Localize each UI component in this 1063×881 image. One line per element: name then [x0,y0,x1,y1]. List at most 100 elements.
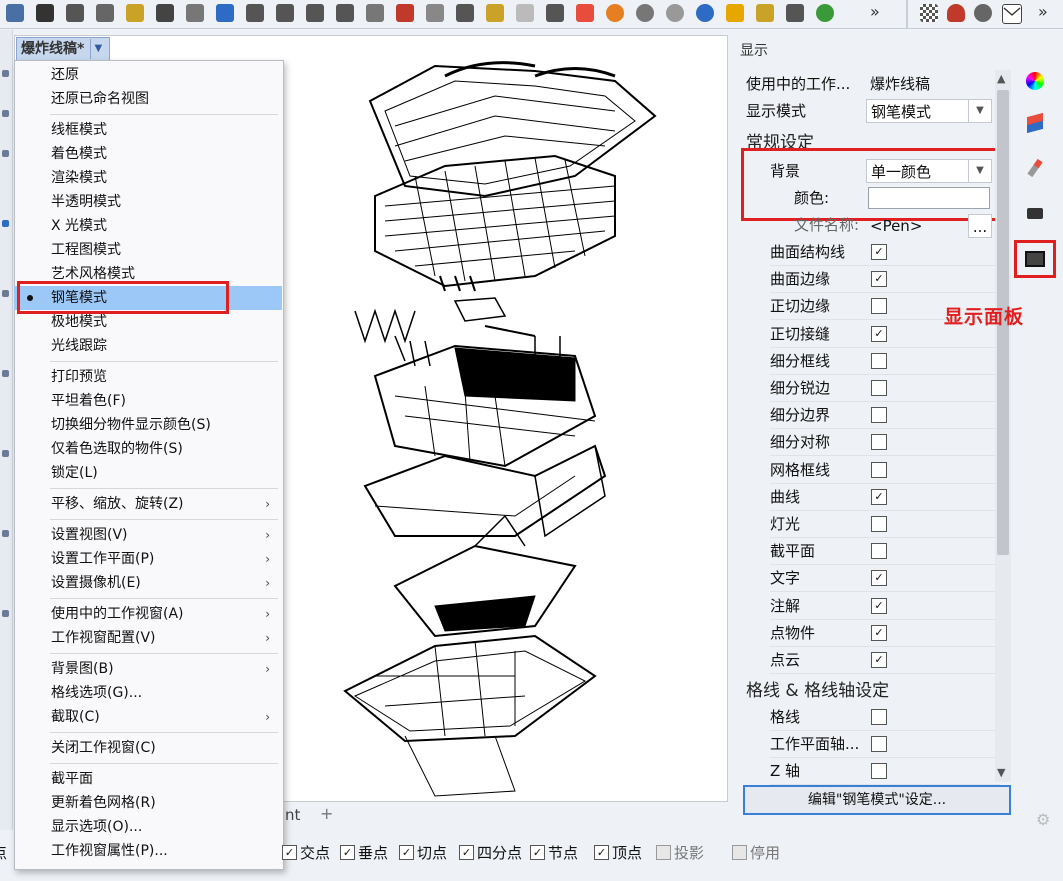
menu-item[interactable]: 半透明模式 [14,190,282,214]
globe-icon[interactable] [696,4,714,22]
display-option-checkbox[interactable]: ✓ [871,325,887,342]
menu-item[interactable]: 背景图(B) › [14,657,282,681]
eye-icon[interactable] [426,4,444,22]
menu-item[interactable]: 锁定(L) [14,461,282,485]
osnap-toggle[interactable]: ✓ 交点 [282,842,330,863]
sphere-icon[interactable] [636,4,654,22]
osnap-checkbox[interactable]: ✓ [594,845,609,860]
brush-icon[interactable] [1022,155,1048,181]
display-option-checkbox[interactable]: ✓ [871,597,887,614]
gear-icon[interactable] [756,4,774,22]
checker-icon[interactable] [920,4,938,22]
display-option-checkbox[interactable]: ✓ [871,624,887,641]
menu-item[interactable]: 平移、缩放、旋转(Z) › [14,492,282,516]
menu-item[interactable]: 线框模式 [14,118,282,142]
osnap-checkbox[interactable]: ✓ [399,845,414,860]
zoom-window-icon[interactable] [276,4,294,22]
toolbar-overflow-icon[interactable]: » [870,2,880,21]
tool-icon[interactable] [2,530,9,537]
menu-item[interactable]: 设置工作平面(P) › [14,547,282,571]
display-option-checkbox[interactable] [871,543,887,560]
menu-item[interactable]: 着色模式 [14,142,282,166]
osnap-toggle[interactable]: ✓ 节点 [530,842,578,863]
car-icon[interactable] [396,4,414,22]
osnap-toggle[interactable]: ✓ 四分点 [459,842,522,863]
display-option-checkbox[interactable] [871,352,887,369]
menu-item[interactable]: 显示选项(O)... [14,815,282,839]
osnap-checkbox[interactable]: ✓ [530,845,545,860]
menu-item[interactable]: 工作视窗配置(V) › [14,626,282,650]
gear-icon[interactable] [974,4,992,22]
gear-icon[interactable]: ⚙ [1036,810,1050,829]
display-option-checkbox[interactable] [871,380,887,396]
menu-item[interactable]: 设置视图(V) › [14,523,282,547]
osnap-toggle[interactable]: ✓ 垂点 [340,842,388,863]
menu-item[interactable]: 关闭工作视窗(C) [14,736,282,760]
menu-item[interactable]: 截平面 [14,767,282,791]
active-viewport-value[interactable]: 爆炸线稿 [866,72,992,96]
display-option-checkbox[interactable]: ✓ [871,488,887,505]
menu-item[interactable]: X 光模式 [14,214,282,238]
osnap-checkbox[interactable] [732,845,747,860]
osnap-checkbox[interactable]: ✓ [459,845,474,860]
display-option-checkbox[interactable] [871,709,887,725]
display-option-checkbox[interactable] [871,461,887,478]
menu-item[interactable]: 更新着色网格(R) [14,791,282,815]
menu-item[interactable]: 工作视窗属性(P)... [14,839,282,863]
display-mode-select[interactable]: 钢笔模式 ▼ [866,99,992,123]
menu-item[interactable]: 仅着色选取的物件(S) [14,437,282,461]
display-option-checkbox[interactable]: ✓ [871,570,887,587]
edit-pen-mode-settings-button[interactable]: 编辑"钢笔模式"设定... [743,785,1011,815]
osnap-checkbox[interactable] [656,845,671,860]
tool-icon[interactable] [2,610,9,617]
bulb-icon[interactable] [516,4,534,22]
display-option-checkbox[interactable]: ✓ [871,244,887,260]
print-icon[interactable] [36,4,54,22]
chevron-down-icon[interactable]: ▼ [968,100,991,122]
menu-item[interactable]: 截取(C) › [14,705,282,729]
lock-icon[interactable] [546,4,564,22]
osnap-toggle[interactable]: 投影 [656,842,704,863]
target-icon[interactable] [456,4,474,22]
display-option-checkbox[interactable] [871,298,887,315]
color-wheel-icon[interactable] [1022,68,1048,94]
osnap-toggle[interactable]: ✓ 切点 [399,842,447,863]
display-option-checkbox[interactable] [871,516,887,532]
menu-item[interactable]: 设置摄像机(E) › [14,571,282,595]
display-panel-icon[interactable] [1014,240,1056,278]
layer-icon[interactable] [576,4,594,22]
tool-icon[interactable] [2,290,9,297]
toolbar-overflow-right-icon[interactable]: » [1038,2,1048,21]
menu-item[interactable]: 使用中的工作视窗(A) › [14,602,282,626]
osnap-toggle[interactable]: ✓ 顶点 [594,842,642,863]
cursor-icon[interactable] [726,4,744,22]
tool-icon[interactable] [2,370,9,377]
zoom-extents-icon[interactable] [306,4,324,22]
display-option-checkbox[interactable] [871,736,887,753]
save-icon[interactable] [6,4,24,22]
cloud-icon[interactable] [947,4,965,22]
tool-icon[interactable] [2,220,9,227]
display-option-checkbox[interactable] [871,763,887,780]
mail-icon[interactable] [1002,4,1022,24]
display-option-checkbox[interactable]: ✓ [871,271,887,288]
camera-icon[interactable] [1022,200,1048,226]
chevron-down-icon[interactable]: ▼ [90,39,105,59]
cut-icon[interactable] [96,4,114,22]
menu-item[interactable]: 工程图模式 [14,238,282,262]
osnap-checkbox[interactable]: ✓ [282,845,297,860]
grid-icon[interactable] [366,4,384,22]
menu-item[interactable]: 还原已命名视图 [14,87,282,111]
menu-item[interactable]: 渲染模式 [14,166,282,190]
viewport-tab-label[interactable]: nt [285,806,300,824]
tool-icon[interactable] [2,110,9,117]
scroll-up-icon[interactable]: ▲ [997,72,1005,85]
menu-item[interactable]: 还原 [14,63,282,87]
display-option-checkbox[interactable] [871,434,887,451]
rotate-icon[interactable] [216,4,234,22]
layers-icon[interactable] [1022,110,1048,136]
tool-icon[interactable] [2,70,9,77]
osnap-toggle[interactable]: 停用 [732,842,780,863]
green-globe-icon[interactable] [816,4,834,22]
transform-icon[interactable] [786,4,804,22]
